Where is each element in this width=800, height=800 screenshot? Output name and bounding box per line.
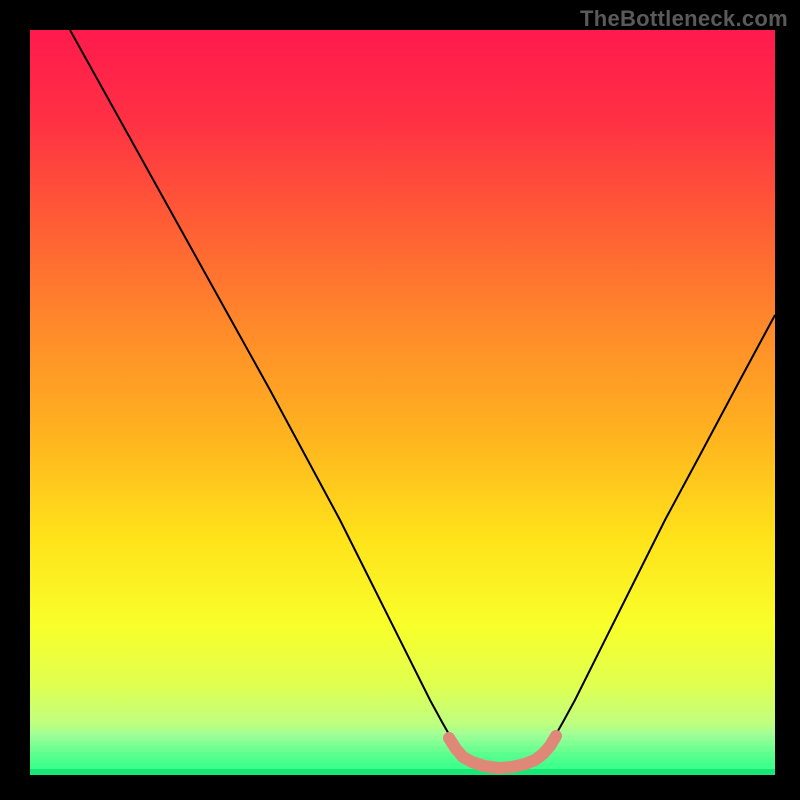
- gradient-background: [30, 30, 775, 775]
- chart-frame: { "watermark": "TheBottleneck.com", "plo…: [0, 0, 800, 800]
- watermark-text: TheBottleneck.com: [580, 6, 788, 32]
- gradient-bands-bottom: [30, 729, 775, 770]
- green-base-stripe: [30, 769, 775, 775]
- bottleneck-chart: [0, 0, 800, 800]
